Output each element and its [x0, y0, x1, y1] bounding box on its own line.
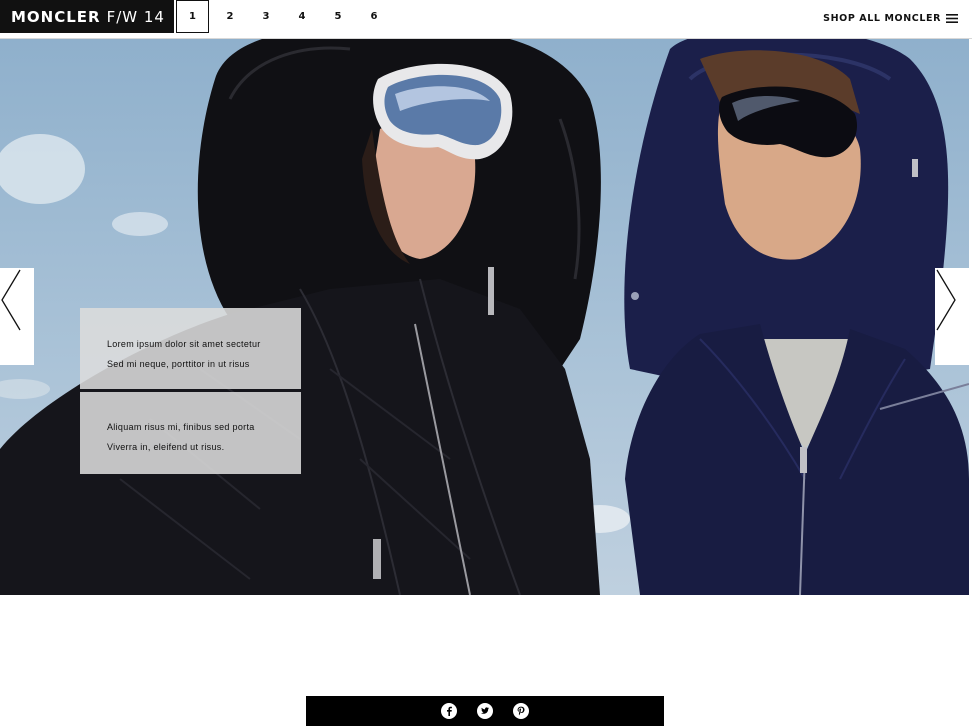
caption-2-line-1: Aliquam risus mi, finibus sed porta: [107, 422, 255, 432]
caption-2-line-2: Viverra in, eleifend ut risus.: [107, 442, 225, 452]
shop-all-link[interactable]: SHOP ALL MONCLER: [823, 13, 958, 24]
caption-box-2: Aliquam risus mi, finibus sed porta Vive…: [80, 392, 301, 474]
page-5-button[interactable]: 5: [320, 0, 356, 33]
twitter-icon[interactable]: [477, 703, 493, 719]
social-share-bar: [306, 696, 664, 726]
chevron-right-icon: [936, 269, 956, 331]
page-1-button[interactable]: 1: [176, 0, 209, 33]
previous-slide-button[interactable]: [0, 268, 34, 365]
page-4-button[interactable]: 4: [284, 0, 320, 33]
page-2-button[interactable]: 2: [212, 0, 248, 33]
caption-1-line-2: Sed mi neque, porttitor in ut risus: [107, 359, 250, 369]
page-3-button[interactable]: 3: [248, 0, 284, 33]
hamburger-menu-icon[interactable]: [946, 14, 958, 23]
brand-logo[interactable]: MONCLER F/W 14: [0, 0, 174, 33]
brand-name: MONCLER: [11, 7, 101, 26]
hero-slideshow: Lorem ipsum dolor sit amet sectetur Sed …: [0, 39, 969, 595]
next-slide-button[interactable]: [935, 268, 969, 365]
pinterest-icon[interactable]: [513, 703, 529, 719]
caption-box-1: Lorem ipsum dolor sit amet sectetur Sed …: [80, 308, 301, 389]
facebook-icon[interactable]: [441, 703, 457, 719]
caption-1-line-1: Lorem ipsum dolor sit amet sectetur: [107, 339, 261, 349]
page-6-button[interactable]: 6: [356, 0, 392, 33]
collection-name: F/W 14: [106, 7, 165, 26]
top-navigation-bar: MONCLER F/W 14 1 2 3 4 5 6 SHOP ALL MONC…: [0, 0, 972, 39]
shop-all-label: SHOP ALL MONCLER: [823, 13, 941, 24]
page-pagination: 1 2 3 4 5 6: [176, 0, 392, 33]
chevron-left-icon: [1, 269, 21, 331]
